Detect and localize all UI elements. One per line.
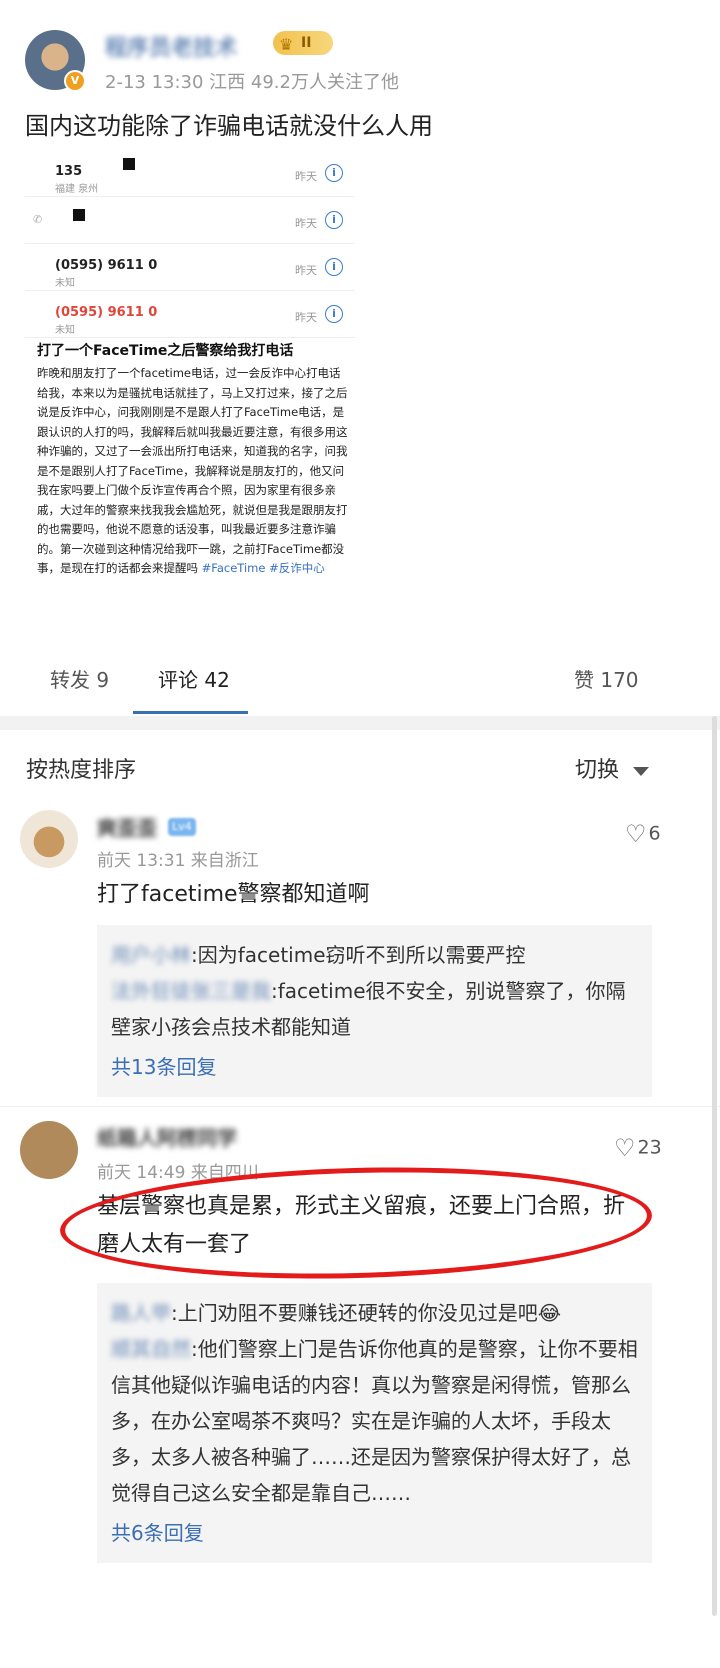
heart-icon: ♡: [625, 820, 647, 848]
reply-item: 顺其自然:他们警察上门是告诉你他真的是警察，让你不要相信其他疑似诈骗电话的内容！…: [111, 1331, 638, 1511]
more-replies-link[interactable]: 共13条回复: [111, 1049, 638, 1085]
reply-text: :他们警察上门是告诉你他真的是警察，让你不要相信其他疑似诈骗电话的内容！真以为警…: [111, 1337, 638, 1505]
reply-text: :上门劝阻不要赚钱还硬转的你没见过是吧😂: [171, 1301, 562, 1325]
reply-author[interactable]: 顺其自然: [111, 1337, 191, 1361]
commenter-name[interactable]: 纸箱人阿楞同学: [97, 1122, 237, 1151]
author-name[interactable]: 程序员老技术: [105, 30, 237, 62]
commenter-avatar[interactable]: [20, 1121, 78, 1179]
more-replies-link[interactable]: 共6条回复: [111, 1515, 638, 1551]
crown-icon: ♛: [279, 35, 294, 54]
post-text: 国内这功能除了诈骗电话就没什么人用: [25, 112, 433, 140]
call-location: 未知: [55, 278, 75, 289]
sort-switch-label: 切换: [575, 758, 620, 783]
like-button[interactable]: ♡ 6: [625, 820, 661, 848]
like-count: 6: [648, 822, 661, 845]
reply-preview[interactable]: 路人甲:上门劝阻不要赚钱还硬转的你没见过是吧😂 顺其自然:他们警察上门是告诉你他…: [97, 1283, 652, 1563]
reply-item: 用户小林:因为facetime窃听不到所以需要严控: [111, 937, 638, 973]
call-location: 福建 泉州: [55, 184, 99, 195]
reply-author[interactable]: 法外狂徒张三是我: [111, 979, 271, 1003]
comment-text: 打了facetime警察都知道啊: [97, 882, 370, 907]
sort-switch-button[interactable]: 切换: [575, 752, 650, 784]
info-icon: i: [325, 164, 343, 182]
call-log-row: ✆ 昨天 i: [25, 197, 355, 244]
tab-comment[interactable]: 评论 42: [158, 664, 230, 693]
comment-item: 爽歪歪 Lv4 前天 13:31 来自浙江 ♡ 6 打了facetime警察都知道…: [0, 800, 720, 1105]
redaction: [123, 158, 135, 170]
call-number: (0595) 9611 0: [55, 258, 158, 273]
comment-divider: [0, 1106, 720, 1107]
redaction: [73, 209, 85, 221]
tab-like[interactable]: 赞 170: [574, 664, 639, 693]
sort-label: 按热度排序: [26, 758, 137, 783]
tab-repost[interactable]: 转发 9: [50, 664, 109, 693]
info-icon: i: [325, 305, 343, 323]
like-count: 23: [637, 1136, 662, 1159]
scrollbar[interactable]: [712, 716, 717, 1616]
weibo-post: V 程序员老技术 ♛ II 2-13 13:30 江西 49.2万人关注了他 国内…: [0, 0, 720, 690]
call-log-row: (0595) 9611 0 未知 昨天 i: [25, 244, 355, 291]
call-time: 昨天: [295, 311, 317, 324]
image-post-title: 打了一个FaceTime之后警察给我打电话: [37, 343, 294, 359]
call-number-missed: (0595) 9611 0: [55, 305, 158, 320]
commenter-name[interactable]: 爽歪歪: [97, 812, 157, 841]
reply-preview[interactable]: 用户小林:因为facetime窃听不到所以需要严控 法外狂徒张三是我:facet…: [97, 925, 652, 1097]
section-gap: [0, 716, 720, 730]
rank-badge[interactable]: ♛ II: [273, 31, 333, 55]
caret-down-icon: [633, 766, 650, 776]
call-number: 135: [55, 164, 83, 179]
call-log-row: 135 福建 泉州 昨天 i: [25, 150, 355, 197]
phone-icon: ✆: [33, 213, 43, 226]
like-button[interactable]: ♡ 23: [614, 1134, 662, 1162]
reply-item: 路人甲:上门劝阻不要赚钱还硬转的你没见过是吧😂: [111, 1295, 638, 1331]
active-tab-indicator: [133, 711, 248, 714]
image-hashtags: #FaceTime #反诈中心: [201, 561, 325, 575]
call-log-row: (0595) 9611 0 未知 昨天 i: [25, 291, 355, 338]
post-meta: 2-13 13:30 江西 49.2万人关注了他: [105, 72, 399, 93]
post-image[interactable]: 135 福建 泉州 昨天 i ✆ 昨天 i (0595) 9611 0 未知 昨…: [25, 150, 355, 668]
reply-text: :因为facetime窃听不到所以需要严控: [191, 943, 526, 967]
image-body-text: 昨晚和朋友打了一个facetime电话，过一会反诈中心打电话给我，本来以为是骚扰…: [37, 366, 348, 575]
level-badge: Lv4: [168, 818, 196, 836]
image-post-body: 昨晚和朋友打了一个facetime电话，过一会反诈中心打电话给我，本来以为是骚扰…: [37, 364, 349, 579]
call-time: 昨天: [295, 217, 317, 230]
call-time: 昨天: [295, 264, 317, 277]
post-tabs: 转发 9 评论 42 赞 170: [0, 650, 720, 716]
reply-author[interactable]: 用户小林: [111, 943, 191, 967]
heart-icon: ♡: [614, 1134, 636, 1162]
call-location: 未知: [55, 325, 75, 336]
reply-author[interactable]: 路人甲: [111, 1301, 171, 1325]
sort-bar: 按热度排序 切换: [0, 730, 720, 800]
verified-icon: V: [64, 70, 86, 92]
info-icon: i: [325, 258, 343, 276]
commenter-avatar[interactable]: [20, 810, 78, 868]
info-icon: i: [325, 211, 343, 229]
comment-meta: 前天 13:31 来自浙江: [97, 851, 259, 871]
reply-item: 法外狂徒张三是我:facetime很不安全，别说警察了，你隔壁家小孩会点技术都能…: [111, 973, 638, 1045]
call-time: 昨天: [295, 170, 317, 183]
rank-label: II: [301, 35, 312, 51]
